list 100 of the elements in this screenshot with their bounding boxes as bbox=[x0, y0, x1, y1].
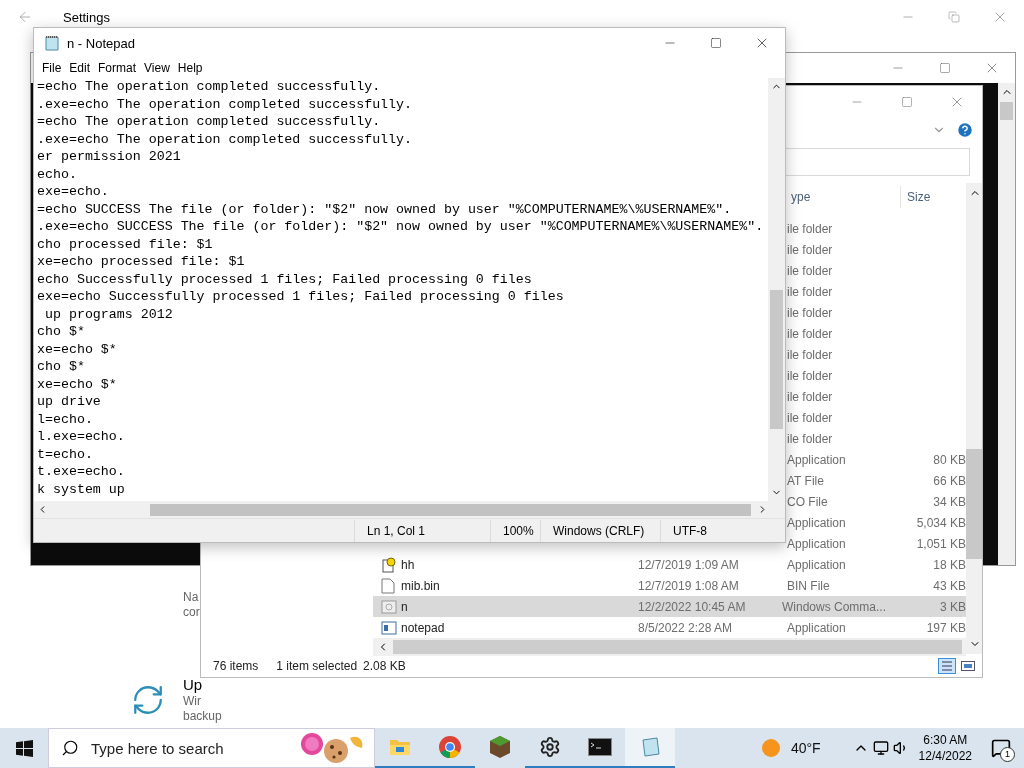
notepad-icon bbox=[639, 736, 661, 758]
search-icon bbox=[61, 739, 79, 757]
help-file-icon bbox=[381, 556, 397, 573]
file-type: ile folder bbox=[786, 431, 834, 446]
file-type: ile folder bbox=[786, 305, 834, 320]
file-size: 5,034 KB bbox=[915, 515, 966, 530]
file-row[interactable]: n 12/2/2022 10:45 AM Windows Comma... 3 KB bbox=[373, 596, 966, 617]
file-size: 197 KB bbox=[925, 620, 966, 635]
file-type: ile folder bbox=[786, 347, 834, 362]
selection-count: 1 item selected bbox=[276, 658, 358, 673]
menu-item[interactable]: View bbox=[142, 61, 176, 75]
scrollbar-thumb[interactable] bbox=[1000, 102, 1013, 120]
file-date: 12/2/2022 10:45 AM bbox=[637, 599, 746, 614]
status-field: Ln 1, Col 1 bbox=[354, 519, 490, 542]
file-type: Application bbox=[786, 452, 847, 467]
file-date: 12/7/2019 1:09 AM bbox=[637, 557, 739, 572]
file-size: 34 KB bbox=[932, 494, 966, 509]
status-field: 100% bbox=[490, 519, 540, 542]
text-line: up programs 2012 bbox=[43, 305, 174, 323]
text-line: er permission 2021 bbox=[37, 148, 182, 166]
text-line: cho $* bbox=[37, 323, 86, 341]
file-type: ile folder bbox=[786, 284, 834, 299]
text-line: l.exe=echo. bbox=[37, 428, 126, 446]
setting-text: Na bbox=[183, 590, 199, 605]
scrollbar-thumb[interactable] bbox=[150, 503, 751, 516]
terminal-icon bbox=[588, 738, 612, 756]
text-line: .exe=echo SUCCESS The file (or folder): "$2" now owned by user "%COMPUTERNAME%\%USERNAME%". bbox=[37, 218, 765, 236]
file-size: 66 KB bbox=[932, 473, 966, 488]
file-name: hh bbox=[401, 557, 415, 572]
text-line: k system up bbox=[37, 480, 126, 498]
status-field: UTF-8 bbox=[660, 519, 785, 542]
text-line: l=echo. bbox=[37, 410, 94, 428]
setting-description: Wir bbox=[183, 694, 202, 709]
file-name: mib.bin bbox=[401, 578, 440, 593]
scrollbar-thumb[interactable] bbox=[393, 640, 962, 654]
file-size: 80 KB bbox=[932, 452, 966, 467]
file-row[interactable]: hh 12/7/2019 1:09 AM Application 18 KB bbox=[373, 554, 966, 575]
file-type: Application bbox=[786, 620, 847, 635]
scrollbar-thumb[interactable] bbox=[770, 290, 783, 429]
menu-item[interactable]: Edit bbox=[67, 61, 97, 75]
notepad-icon bbox=[43, 34, 61, 52]
item-count: 76 items bbox=[213, 658, 259, 673]
file-type: ile folder bbox=[786, 368, 834, 383]
file-row[interactable]: notepad 8/5/2022 2:28 AM Application 197 KB bbox=[373, 617, 966, 638]
scrollbar-thumb[interactable] bbox=[966, 449, 982, 559]
file-type: AT File bbox=[786, 473, 825, 488]
search-field[interactable] bbox=[785, 148, 970, 176]
details-view-icon[interactable] bbox=[938, 657, 956, 674]
folder-icon bbox=[389, 737, 411, 757]
file-type: ile folder bbox=[786, 221, 834, 236]
setting-title: Up bbox=[183, 676, 204, 694]
clock-time[interactable]: 6:30 AM bbox=[923, 732, 968, 748]
file-size: 3 KB bbox=[939, 599, 966, 614]
grass-block-icon bbox=[489, 735, 511, 759]
file-type: ile folder bbox=[786, 242, 834, 257]
weather-temperature[interactable]: 40°F bbox=[790, 740, 821, 756]
menu-item[interactable]: File bbox=[40, 61, 68, 75]
file-type: Windows Comma... bbox=[782, 599, 888, 614]
file-row[interactable]: mib.bin 12/7/2019 1:08 AM BIN File 43 KB bbox=[373, 575, 966, 596]
clock-date[interactable]: 12/4/2022 bbox=[918, 748, 972, 764]
text-line: =echo The operation completed successfully. bbox=[37, 113, 382, 131]
app-icon bbox=[381, 620, 397, 635]
file-size: 1,051 KB bbox=[915, 536, 966, 551]
setting-description: backup bbox=[183, 709, 222, 724]
text-line: exe=echo. bbox=[37, 183, 110, 201]
text-line: cho processed file: $1 bbox=[37, 235, 214, 253]
windows-logo-icon bbox=[15, 739, 33, 757]
text-line: xe=echo $* bbox=[37, 340, 118, 358]
menu-item[interactable]: Help bbox=[175, 61, 209, 75]
text-line: =echo The operation completed successfully. bbox=[37, 78, 382, 96]
file-type: ile folder bbox=[786, 326, 834, 341]
file-type: ile folder bbox=[786, 410, 834, 425]
text-line: .exe=echo The operation completed successfully. bbox=[37, 95, 414, 113]
file-type: ile folder bbox=[786, 389, 834, 404]
file-size: 18 KB bbox=[932, 557, 966, 572]
file-name: notepad bbox=[401, 620, 445, 635]
text-line: echo. bbox=[37, 165, 78, 183]
scroll-right-icon[interactable] bbox=[757, 504, 768, 515]
menu-item[interactable]: Format bbox=[96, 61, 143, 75]
selection-size: 2.08 KB bbox=[363, 658, 406, 673]
search-box[interactable]: Type here to search bbox=[48, 728, 375, 768]
maximize-icon bbox=[901, 96, 913, 108]
help-icon[interactable] bbox=[956, 121, 974, 139]
text-line: .exe=echo The operation completed successfully. bbox=[37, 130, 414, 148]
text-line: xe=echo $* bbox=[37, 375, 118, 393]
status-field: Windows (CRLF) bbox=[540, 519, 660, 542]
column-header[interactable]: ype bbox=[782, 186, 900, 208]
settings-icon bbox=[539, 736, 561, 758]
search-field[interactable]: Type here to search bbox=[89, 738, 283, 758]
window-title: n - Notepad bbox=[67, 35, 135, 51]
file-type: ile folder bbox=[786, 263, 834, 278]
network-icon[interactable] bbox=[872, 740, 889, 756]
text-line: up drive bbox=[37, 393, 102, 411]
file-type: Application bbox=[786, 515, 847, 530]
file-size: 43 KB bbox=[932, 578, 966, 593]
text-line: t=echo. bbox=[37, 445, 94, 463]
file-icon bbox=[381, 577, 395, 594]
notification-icon[interactable] bbox=[991, 738, 1011, 758]
file-date: 8/5/2022 2:28 AM bbox=[637, 620, 733, 635]
file-type: Application bbox=[786, 536, 847, 551]
